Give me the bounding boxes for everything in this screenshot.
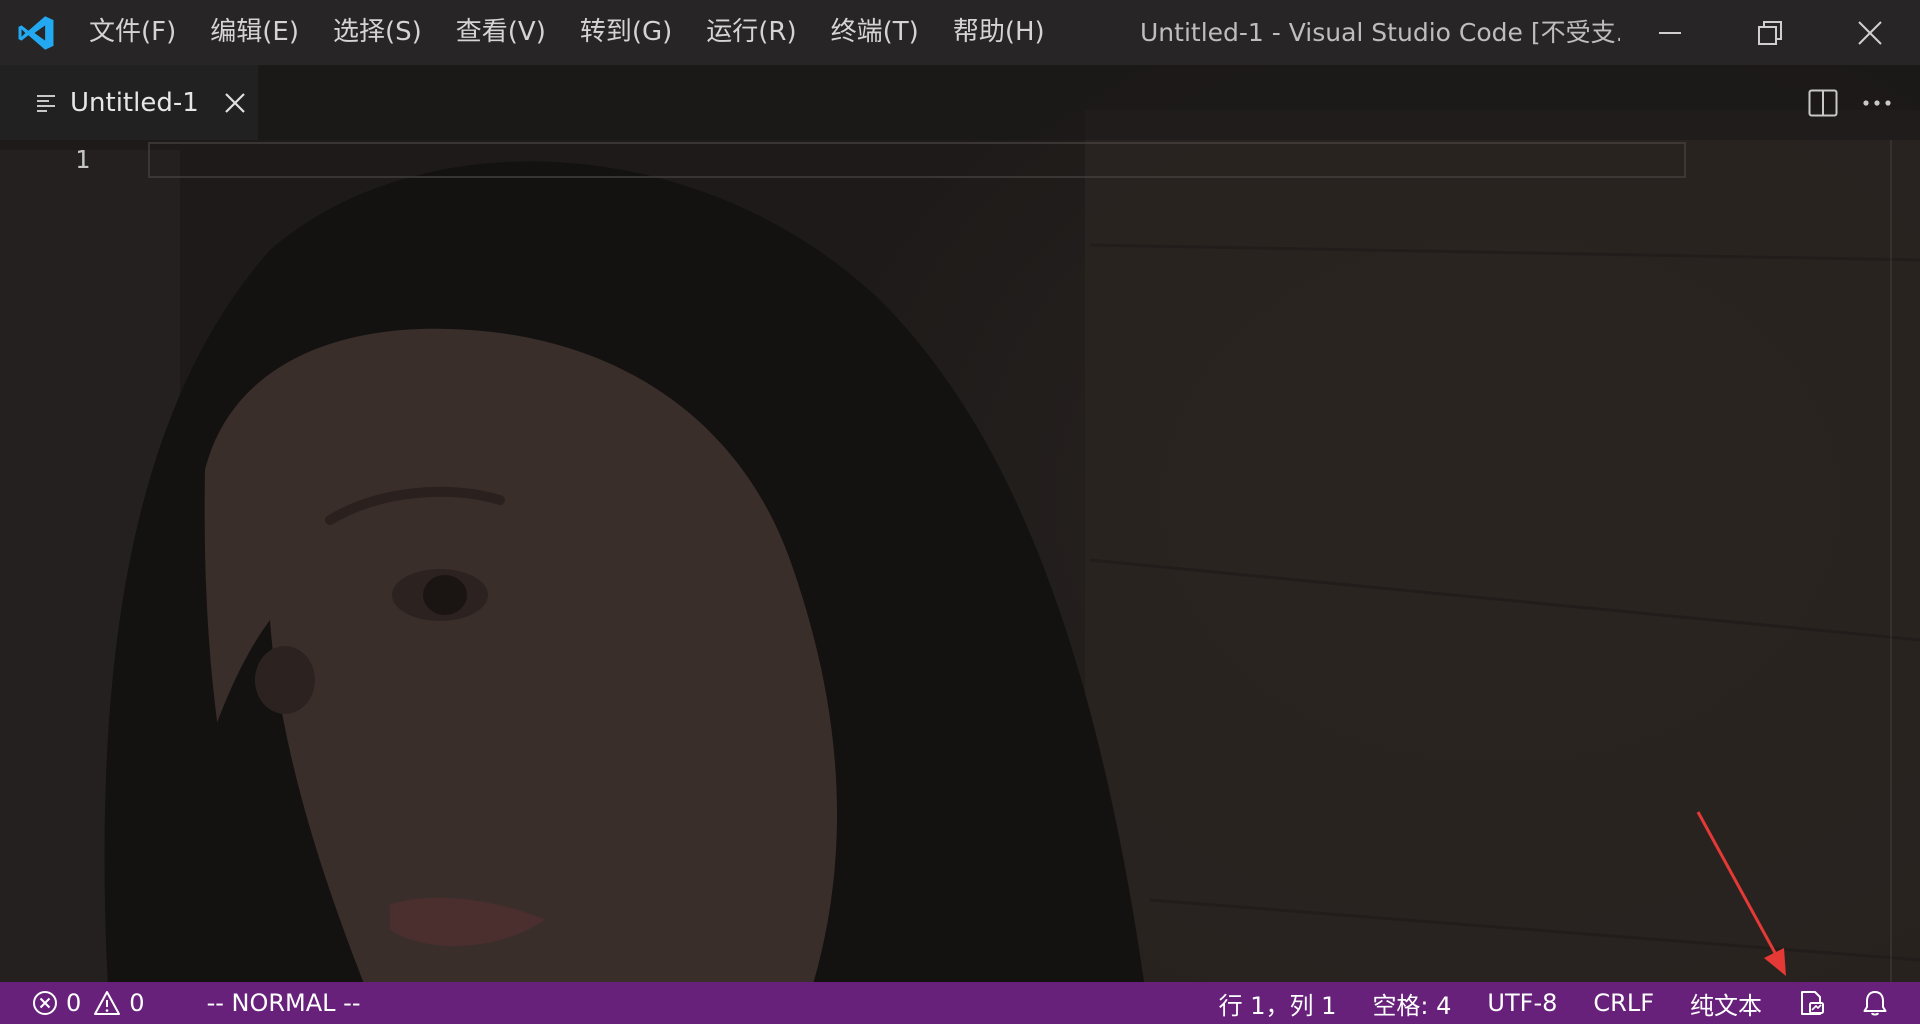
current-line-highlight <box>148 142 1686 178</box>
line-number-gutter: 1 <box>0 140 140 982</box>
title-bar: 文件(F) 编辑(E) 选择(S) 查看(V) 转到(G) 运行(R) 终端(T… <box>0 0 1920 65</box>
menu-terminal[interactable]: 终端(T) <box>814 0 936 65</box>
problems-indicator[interactable]: 0 0 <box>30 982 175 1024</box>
error-count: 0 <box>66 989 82 1017</box>
split-editor-button[interactable] <box>1796 76 1850 130</box>
restore-icon <box>1758 20 1782 45</box>
editor-tab-bar: Untitled-1 <box>0 65 1920 140</box>
indentation-selector[interactable]: 空格: 4 <box>1354 982 1469 1024</box>
text-cursor <box>150 146 152 174</box>
notifications-button[interactable] <box>1844 982 1906 1024</box>
menu-run[interactable]: 运行(R) <box>689 0 813 65</box>
close-icon <box>225 92 245 113</box>
restore-button[interactable] <box>1720 0 1820 65</box>
menu-help[interactable]: 帮助(H) <box>936 0 1062 65</box>
window-controls <box>1620 0 1920 65</box>
tab-label: Untitled-1 <box>70 87 199 118</box>
menu-go[interactable]: 转到(G) <box>563 0 689 65</box>
error-icon <box>33 991 57 1015</box>
menu-edit[interactable]: 编辑(E) <box>193 0 316 65</box>
cursor-position[interactable]: 行 1，列 1 <box>1201 982 1355 1024</box>
window-title: Untitled-1 - Visual Studio Code [不受支... <box>1140 18 1620 47</box>
line-number: 1 <box>74 145 90 174</box>
tab-untitled-1[interactable]: Untitled-1 <box>0 65 258 140</box>
eol-selector[interactable]: CRLF <box>1575 982 1672 1024</box>
split-editor-icon <box>1808 89 1838 116</box>
menu-file[interactable]: 文件(F) <box>72 0 193 65</box>
status-bar-left: 0 0 -- NORMAL -- <box>30 982 378 1024</box>
tab-close-button[interactable] <box>221 89 249 117</box>
vscode-logo-icon[interactable] <box>0 0 72 65</box>
vim-mode-indicator: -- NORMAL -- <box>206 989 361 1017</box>
status-bar-right: 行 1，列 1 空格: 4 UTF-8 CRLF 纯文本 <box>1201 982 1906 1024</box>
close-window-button[interactable] <box>1820 0 1920 65</box>
feedback-button[interactable] <box>1780 982 1844 1024</box>
menu-bar: 文件(F) 编辑(E) 选择(S) 查看(V) 转到(G) 运行(R) 终端(T… <box>72 0 1062 65</box>
more-actions-icon <box>1863 99 1891 106</box>
menu-view[interactable]: 查看(V) <box>439 0 563 65</box>
close-icon <box>1858 20 1882 45</box>
bell-icon <box>1863 991 1887 1016</box>
encoding-selector[interactable]: UTF-8 <box>1469 982 1575 1024</box>
status-bar: 0 0 -- NORMAL -- 行 1，列 1 空格: 4 UTF-8 CRL… <box>0 982 1920 1024</box>
text-editor[interactable]: 1 <box>0 140 1920 982</box>
vertical-scrollbar[interactable] <box>1890 140 1892 982</box>
language-mode-selector[interactable]: 纯文本 <box>1672 982 1780 1024</box>
plain-text-file-icon <box>34 91 58 115</box>
feedback-icon <box>1801 991 1824 1015</box>
warning-icon <box>94 991 121 1015</box>
warning-count: 0 <box>129 989 145 1017</box>
editor-actions <box>1796 65 1904 140</box>
more-actions-button[interactable] <box>1850 76 1904 130</box>
minimize-icon <box>1659 31 1681 34</box>
menu-selection[interactable]: 选择(S) <box>316 0 439 65</box>
minimize-button[interactable] <box>1620 0 1720 65</box>
